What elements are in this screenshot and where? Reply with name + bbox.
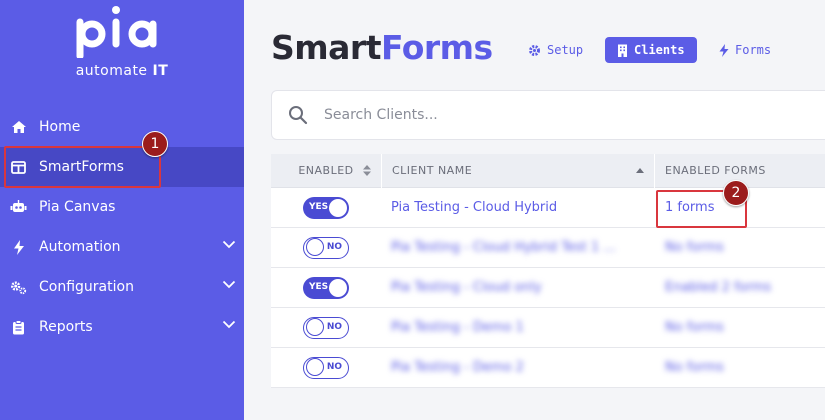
- logo[interactable]: automate IT: [0, 0, 244, 79]
- client-name-link[interactable]: Pia Testing - Cloud Hybrid Test 1 ...: [381, 240, 655, 255]
- toggle-knob: [329, 278, 347, 297]
- table-row: NO Pia Testing - Demo 2 No forms: [271, 348, 825, 388]
- column-header-client-name[interactable]: CLIENT NAME: [381, 153, 655, 188]
- building-icon: [618, 44, 627, 57]
- tab-label: Setup: [547, 43, 584, 57]
- search-bar: [271, 90, 825, 140]
- sidebar-item-reports[interactable]: Reports: [0, 307, 244, 347]
- toggle-label: YES: [309, 201, 329, 212]
- enabled-forms-link[interactable]: No forms: [655, 360, 825, 375]
- client-name-link[interactable]: Pia Testing - Demo 2: [381, 360, 655, 375]
- toggle-knob: [306, 238, 324, 256]
- sidebar-item-label: Configuration: [39, 279, 134, 295]
- chevron-down-icon[interactable]: [222, 280, 236, 289]
- sidebar-item-label: Pia Canvas: [39, 199, 116, 215]
- toggle-label: NO: [326, 361, 342, 372]
- client-name-link[interactable]: Pia Testing - Cloud only: [381, 280, 655, 295]
- clipboard-icon: [10, 319, 27, 336]
- sidebar-item-label: Home: [39, 119, 81, 135]
- tab-setup[interactable]: Setup: [528, 37, 583, 63]
- tab-clients[interactable]: Clients: [605, 37, 697, 63]
- enabled-cell: NO: [271, 316, 381, 339]
- sidebar-item-pia-canvas[interactable]: Pia Canvas: [0, 187, 244, 227]
- enabled-cell: NO: [271, 236, 381, 259]
- tagline-text: automate: [75, 63, 148, 79]
- gear-icon: [529, 44, 540, 56]
- search-icon: [289, 106, 308, 125]
- client-name-link[interactable]: Pia Testing - Cloud Hybrid: [381, 200, 655, 215]
- column-label: ENABLED: [298, 164, 354, 177]
- chevron-down-icon[interactable]: [222, 240, 236, 249]
- robot-icon: [10, 199, 27, 216]
- sidebar: automate IT Home SmartForms Pia Canvas A…: [0, 0, 244, 420]
- enabled-toggle[interactable]: YES: [303, 196, 349, 219]
- bolt-icon: [719, 43, 729, 57]
- highlight-box-smartforms: [4, 146, 161, 188]
- pia-logo-icon: [76, 6, 157, 58]
- enabled-cell: YES: [271, 276, 381, 299]
- home-icon: [10, 119, 27, 136]
- toggle-label: NO: [326, 241, 342, 252]
- client-name-link[interactable]: Pia Testing - Demo 1: [381, 320, 655, 335]
- enabled-toggle[interactable]: YES: [303, 276, 349, 299]
- toggle-knob: [306, 358, 324, 376]
- enabled-toggle[interactable]: NO: [303, 236, 349, 259]
- table-row: NO Pia Testing - Demo 1 No forms: [271, 308, 825, 348]
- page-title: SmartForms: [271, 28, 493, 67]
- sort-asc-icon: [636, 167, 644, 173]
- table-row: YES Pia Testing - Cloud only Enabled 2 f…: [271, 268, 825, 308]
- enabled-forms-link[interactable]: No forms: [655, 240, 825, 255]
- tab-forms[interactable]: Forms: [719, 37, 771, 63]
- bolt-icon: [10, 239, 27, 256]
- title-accent: Forms: [380, 28, 493, 67]
- step-badge-1: 1: [142, 131, 168, 157]
- table-row: NO Pia Testing - Cloud Hybrid Test 1 ...…: [271, 228, 825, 268]
- enabled-toggle[interactable]: NO: [303, 316, 349, 339]
- column-label: CLIENT NAME: [392, 164, 473, 177]
- sidebar-item-label: Automation: [39, 239, 121, 255]
- sidebar-nav: Home SmartForms Pia Canvas Automation Co…: [0, 107, 244, 347]
- sort-icon: [363, 165, 371, 176]
- sidebar-item-label: Reports: [39, 319, 93, 335]
- enabled-forms-link[interactable]: Enabled 2 forms: [655, 280, 825, 295]
- search-input[interactable]: [324, 107, 764, 123]
- toggle-label: NO: [326, 321, 342, 332]
- chevron-down-icon[interactable]: [222, 320, 236, 329]
- toggle-knob: [329, 198, 347, 217]
- enabled-cell: YES: [271, 196, 381, 219]
- tagline-bold: IT: [152, 63, 169, 79]
- sidebar-item-home[interactable]: Home: [0, 107, 244, 147]
- column-label: ENABLED FORMS: [665, 164, 766, 177]
- sidebar-item-automation[interactable]: Automation: [0, 227, 244, 267]
- toggle-label: YES: [309, 281, 329, 292]
- logo-tagline: automate IT: [0, 63, 244, 79]
- step-badge-2: 2: [723, 180, 749, 206]
- enabled-cell: NO: [271, 356, 381, 379]
- enabled-forms-link[interactable]: No forms: [655, 320, 825, 335]
- title-dark: Smart: [271, 28, 381, 67]
- tab-label: Forms: [735, 43, 772, 57]
- sidebar-item-configuration[interactable]: Configuration: [0, 267, 244, 307]
- cogs-icon: [10, 279, 27, 296]
- enabled-toggle[interactable]: NO: [303, 356, 349, 379]
- toggle-knob: [306, 318, 324, 336]
- tab-label: Clients: [634, 43, 685, 57]
- column-header-enabled[interactable]: ENABLED: [271, 154, 381, 188]
